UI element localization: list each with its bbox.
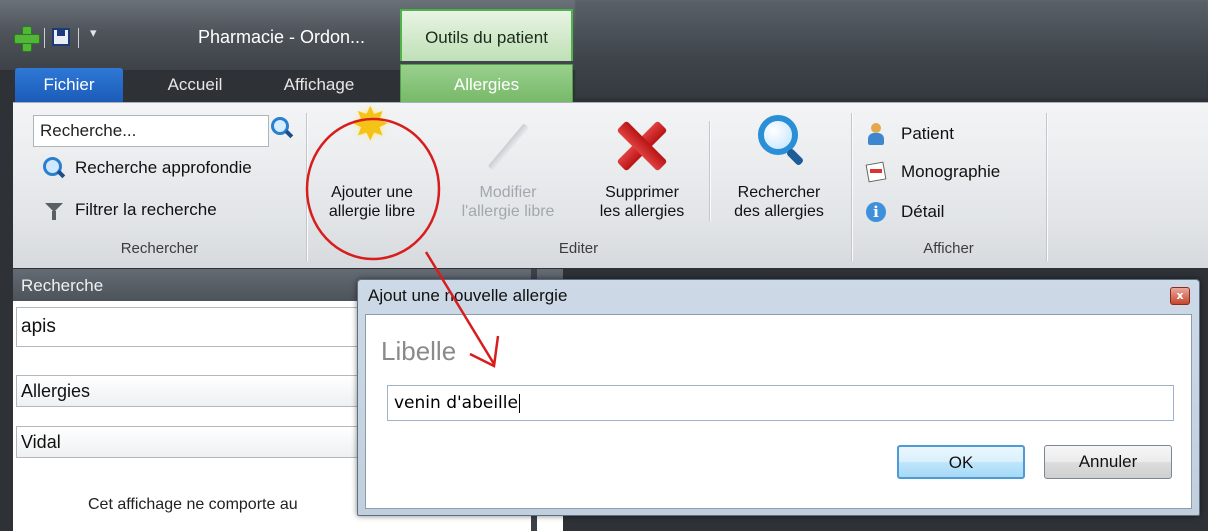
text-caret xyxy=(518,393,520,413)
add-allergy-label-line1: Ajouter une xyxy=(331,184,413,201)
title-bar: ▾ Pharmacie - Ordon... Outils du patient xyxy=(0,0,1208,98)
search-icon[interactable] xyxy=(271,117,293,139)
dialog-title: Ajout une nouvelle allergie xyxy=(368,286,568,305)
app-plus-icon xyxy=(14,26,40,52)
group-label-editer: Editer xyxy=(558,240,599,257)
tab-accueil[interactable]: Accueil xyxy=(150,68,240,102)
search-allergies-label-line2: des allergies xyxy=(734,203,824,220)
dialog-body: Libelle venin d'abeille OK Annuler xyxy=(365,314,1192,509)
pencil-icon xyxy=(483,121,533,171)
save-icon[interactable] xyxy=(52,28,70,46)
add-allergy-button[interactable]: Ajouter une allergie libre xyxy=(311,113,433,221)
context-tab-group: Outils du patient xyxy=(400,9,573,61)
tab-affichage[interactable]: Affichage xyxy=(264,68,374,102)
detail-button[interactable]: Détail xyxy=(865,201,944,223)
libelle-value: venin d'abeille xyxy=(394,393,518,413)
detail-label: Détail xyxy=(901,202,945,221)
group-separator xyxy=(1046,113,1047,261)
filter-search-label: Filtrer la recherche xyxy=(75,200,217,219)
libelle-label: Libelle xyxy=(381,336,457,366)
delete-allergies-label-line2: les allergies xyxy=(599,203,685,220)
separator xyxy=(44,28,45,48)
group-separator xyxy=(851,113,852,261)
tab-fichier[interactable]: Fichier xyxy=(15,68,123,102)
group-label-afficher: Afficher xyxy=(923,240,974,257)
button-separator xyxy=(709,121,710,221)
person-icon xyxy=(865,123,887,145)
monographie-label: Monographie xyxy=(901,162,1001,181)
patient-label: Patient xyxy=(901,124,954,143)
libelle-input[interactable]: venin d'abeille xyxy=(387,385,1174,421)
zoom-icon xyxy=(43,157,65,179)
ribbon: Recherche... Recherche approfondie Filtr… xyxy=(13,102,1208,268)
funnel-icon xyxy=(43,199,65,221)
context-group-label: Outils du patient xyxy=(425,28,548,47)
patient-button[interactable]: Patient xyxy=(865,123,954,145)
cancel-button[interactable]: Annuler xyxy=(1044,445,1172,479)
advanced-search-button[interactable]: Recherche approfondie xyxy=(43,157,252,179)
modify-allergy-button[interactable]: Modifier l'allergie libre xyxy=(435,113,581,221)
ribbon-search-input[interactable]: Recherche... xyxy=(33,115,269,147)
modify-allergy-label-line1: Modifier xyxy=(479,184,537,201)
delete-allergies-label-line1: Supprimer xyxy=(605,184,679,201)
blurred-background xyxy=(575,0,1208,98)
group-separator xyxy=(306,113,307,261)
delete-allergies-button[interactable]: Supprimer les allergies xyxy=(581,113,703,221)
delete-x-icon xyxy=(617,121,667,171)
empty-message: Cet affichage ne comporte au xyxy=(88,496,298,513)
star-icon xyxy=(347,115,397,171)
window-title: Pharmacie - Ordon... xyxy=(198,27,366,47)
separator xyxy=(78,28,79,48)
search-allergies-label-line1: Rechercher xyxy=(737,184,821,201)
search-allergies-button[interactable]: Rechercher des allergies xyxy=(713,113,845,221)
close-icon[interactable]: x xyxy=(1170,287,1190,305)
add-allergy-dialog: Ajout une nouvelle allergie x Libelle ve… xyxy=(357,279,1200,516)
magnifier-icon xyxy=(754,115,804,171)
monographie-button[interactable]: Monographie xyxy=(865,161,1000,183)
ok-button[interactable]: OK xyxy=(897,445,1025,479)
quick-access-dropdown-icon[interactable]: ▾ xyxy=(90,26,97,41)
monograph-icon xyxy=(865,161,887,183)
group-label-rechercher: Rechercher xyxy=(120,240,199,257)
tab-allergies[interactable]: Allergies xyxy=(400,64,573,104)
add-allergy-label-line2: allergie libre xyxy=(328,203,416,220)
filter-search-button[interactable]: Filtrer la recherche xyxy=(43,199,217,221)
advanced-search-label: Recherche approfondie xyxy=(75,158,252,177)
info-icon xyxy=(865,201,887,223)
modify-allergy-label-line2: l'allergie libre xyxy=(461,203,555,220)
